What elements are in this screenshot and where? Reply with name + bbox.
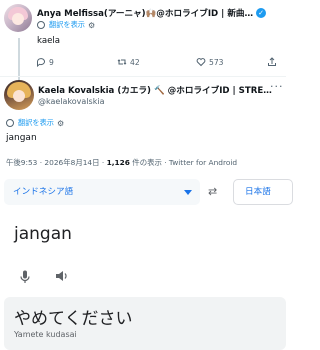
chevron-down-icon [184,190,192,195]
translate-icon [6,119,14,127]
avatar-face [12,13,24,25]
retweet-count: 42 [130,57,140,67]
settings-icon[interactable]: ⚙ [88,21,95,30]
retweet-icon [117,59,127,65]
like-button[interactable]: 573 [196,57,224,67]
translator-language-bar: インドネシア語 ⇄ 日本語 [0,176,293,208]
reply-display-name[interactable]: Anya Melfissa(アーニャ)🙌🏽@ホロライブID | 新曲… [37,7,253,19]
swap-languages-icon[interactable]: ⇄ [208,185,217,198]
reply-actions-bar: 9 42 573 [36,56,282,68]
target-language-select[interactable]: 日本語 [233,179,293,205]
view-label: 件の表示 · Twitter for Android [129,158,238,167]
source-language-select[interactable]: インドネシア語 [4,179,200,205]
reply-translate-label[interactable]: 翻訳を表示 [49,20,85,30]
share-icon [268,57,276,66]
reply-translate-link[interactable]: 翻訳を表示 ⚙ [37,20,95,30]
source-text-input[interactable]: jangan [14,224,72,244]
retweet-button[interactable]: 42 [117,57,140,67]
more-icon[interactable]: ··· [270,80,284,93]
tweet-divider [0,76,286,77]
settings-icon[interactable]: ⚙ [57,119,64,128]
avatar-face [13,90,25,102]
target-language-label: 日本語 [245,187,271,197]
reply-tweet-text: kaela [37,36,61,46]
translation-text: やめてください [14,309,133,329]
reply-count: 9 [49,57,54,67]
like-count: 573 [209,57,224,67]
reply-icon [37,58,45,67]
translation-romanization: Yamete kudasai [14,330,77,339]
main-translate-label[interactable]: 翻訳を表示 [18,118,54,128]
source-language-label: インドネシア語 [13,187,74,197]
share-button[interactable] [267,57,280,67]
thread-line [18,38,20,80]
translation-result-box: やめてください Yamete kudasai [4,297,286,350]
tweet-meta: 午後9:53 · 2026年8月14日 · 1,126 件の表示 · Twitt… [6,157,237,168]
main-display-name[interactable]: Kaela Kovalskia (カエラ) 🔨 @ホロライブID | STRE… [38,84,272,96]
microphone-icon[interactable] [20,270,30,284]
main-translate-link[interactable]: 翻訳を表示 ⚙ [6,118,64,128]
reply-header: Anya Melfissa(アーニャ)🙌🏽@ホロライブID | 新曲… ✓ [37,7,273,19]
verified-badge-icon: ✓ [256,8,267,18]
tweet-timestamp[interactable]: 午後9:53 · 2026年8月14日 · [6,158,107,167]
speaker-icon[interactable] [55,269,69,283]
translate-icon [37,21,45,29]
anya-avatar[interactable] [4,4,32,32]
like-icon [196,58,206,67]
main-tweet-text: jangan [6,133,37,143]
view-count: 1,126 [106,158,130,167]
reply-button[interactable]: 9 [36,57,54,67]
main-handle[interactable]: @kaelakovalskia [38,97,104,106]
kaela-avatar[interactable] [4,80,34,110]
main-header: Kaela Kovalskia (カエラ) 🔨 @ホロライブID | STRE… [38,84,274,96]
